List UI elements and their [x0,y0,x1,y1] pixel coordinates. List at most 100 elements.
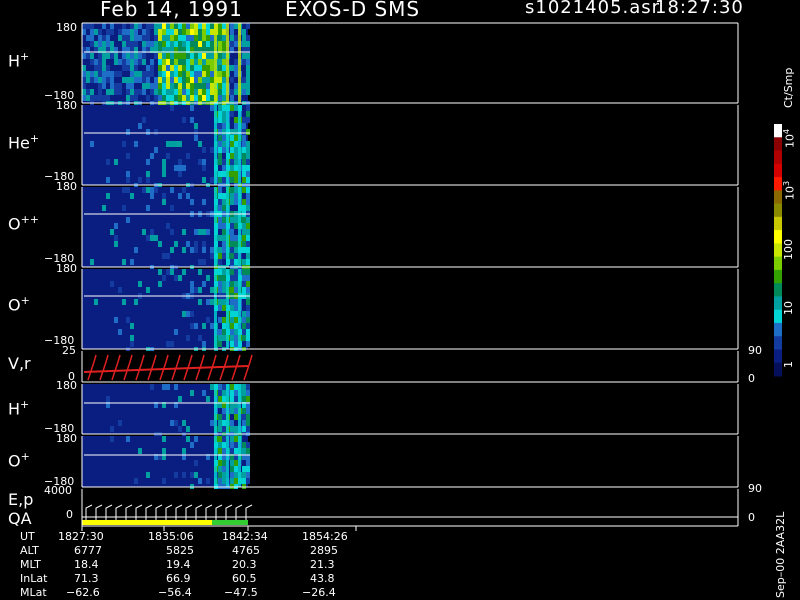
spectrogram-cell [198,159,202,165]
spectrogram-cell [222,396,226,402]
spectrogram-cell [126,29,130,35]
spectrogram-cell [242,123,246,129]
y-tick-h-max: 180 [56,21,77,34]
spectrogram-cell [182,89,186,95]
spectrogram-cell [190,77,194,83]
spectrogram-cell [190,105,194,111]
spectrogram-cell [150,193,154,199]
spectrogram-cell [98,29,102,35]
spectrogram-cell [222,247,226,253]
spectrogram-cell [246,408,250,414]
spectrogram-cell [234,223,238,229]
spectrogram-cell [182,472,186,478]
colorbar-segment [774,150,782,165]
spectrogram-cell [186,89,190,95]
spectrogram-cell [234,71,238,77]
spectrogram-cell [242,241,246,247]
spectrogram-cell [178,71,182,77]
spectrogram-cell [230,341,234,347]
spectrogram-cell [162,65,166,71]
spectrogram-cell [134,53,138,59]
spectrogram-cell [166,23,170,29]
spectrogram-cell [102,59,106,65]
colorbar-segment [774,269,782,284]
spectrogram-cell [198,299,202,305]
spectrogram-cell [242,390,246,396]
spectrogram-cell [198,29,202,35]
spectrogram-cell [94,41,98,47]
spectrogram-cell [222,229,226,235]
spectrogram-cell [90,259,94,265]
spectrogram-cell [122,41,126,47]
spectrogram-cell [182,448,186,454]
spectrogram-cell [170,29,174,35]
spectrogram-cell [246,420,250,426]
spectrogram-cell [210,77,214,83]
spectrogram-cell [246,111,250,117]
spectrogram-cell [150,187,154,193]
spectrogram-cell [246,177,250,183]
spectrogram-cell [146,35,150,41]
spectrogram-streak [214,187,217,267]
spectrogram-cell [126,53,130,59]
colorbar-segment [774,336,782,350]
spectrogram-cell [218,384,222,390]
spectrogram-cell [234,466,238,472]
spectrogram-cell [186,29,190,35]
spectrogram-cell [246,259,250,265]
spectrogram-cell [198,23,202,29]
spectrogram-cell [246,281,250,287]
spectrogram-cell [198,89,202,95]
spectrogram-cell [222,159,226,165]
y-tick-op-max: 180 [56,262,77,275]
spectrogram-cell [174,141,178,147]
spectrogram-cell [170,247,174,253]
spectrogram-cell [198,59,202,65]
spectrogram-cell [162,89,166,95]
spectrogram-cell [122,29,126,35]
spectrogram-cell [246,323,250,329]
spectrogram-cell [202,229,206,235]
spectrogram-cell [150,384,154,390]
spectrogram-cell [242,29,246,35]
spectrogram-cell [102,205,106,211]
spectrogram-cell [194,247,198,253]
spectrogram-cell [198,83,202,89]
spectrogram-cell [222,335,226,341]
spectrogram-cell [222,177,226,183]
spectrogram-cell [202,241,206,247]
spectrogram-cell [126,177,130,183]
spectrogram-cell [170,71,174,77]
spectrogram-cell [114,89,118,95]
spectrogram-cell [222,384,226,390]
spectrogram-cell [186,65,190,71]
spectrogram-cell [246,193,250,199]
spectrogram-cell [218,460,222,466]
spectrogram-cell [234,305,238,311]
spectrogram-cell [230,23,234,29]
spectrogram-cell [174,71,178,77]
spectrogram-cell [218,177,222,183]
spectrogram-cell [218,187,222,193]
spectrogram-cell [102,77,106,83]
spectrogram-cell [242,199,246,205]
spectrogram-cell [210,95,214,101]
spectrogram-cell [162,71,166,77]
spectrogram-cell [230,466,234,472]
spectrogram-cell [130,335,134,341]
spectrogram-cell [142,89,146,95]
spectrogram-cell [246,153,250,159]
spectrogram-cell [190,83,194,89]
spectrogram-cell [170,205,174,211]
spectrogram-cell [146,472,150,478]
spectrogram-cell [242,129,246,135]
spectrogram-cell [222,235,226,241]
spectrogram-cell [194,53,198,59]
spectrogram-cell [202,177,206,183]
spectrogram-cell [210,384,214,390]
spectrogram-cell [222,23,226,29]
spectrogram-cell [170,59,174,65]
r-tick-ep-max: 90 [748,482,762,495]
spectrogram-cell [242,448,246,454]
spectrogram-cell [242,235,246,241]
